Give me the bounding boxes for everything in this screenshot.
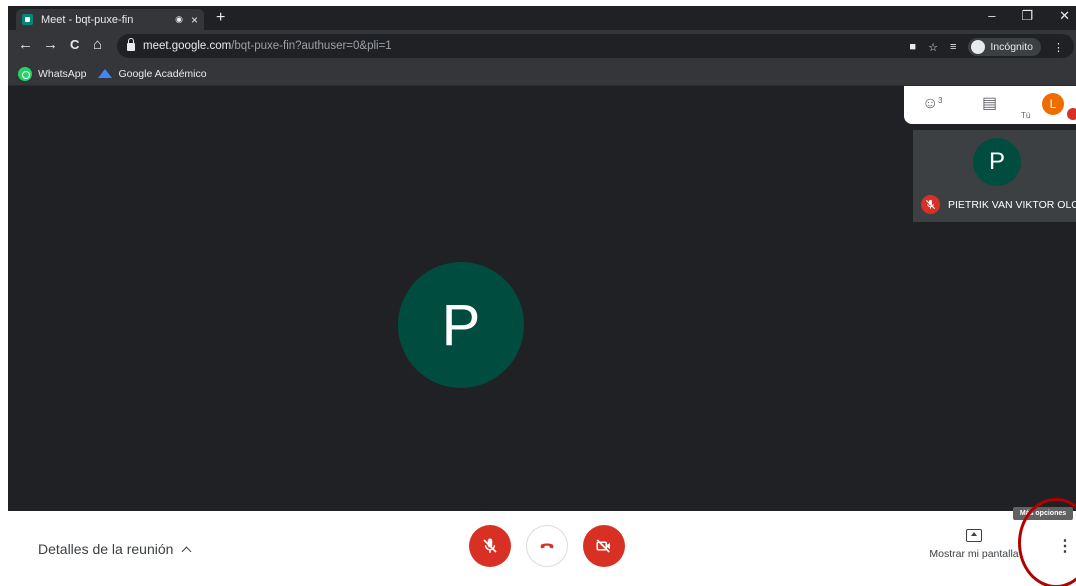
bookmark-label: WhatsApp: [38, 67, 87, 80]
home-button[interactable]: ⌂: [93, 37, 102, 53]
camera-off-icon: [596, 539, 610, 553]
notification-dot-icon: [1067, 108, 1076, 120]
muted-mic-icon: [921, 195, 940, 214]
main-video-stage: P: [8, 86, 913, 511]
participant-tile[interactable]: P PIETRIK VAN VIKTOR OLO: [913, 130, 1076, 222]
present-screen-button[interactable]: Mostrar mi pantalla: [926, 529, 1022, 560]
leave-call-button[interactable]: [526, 525, 568, 567]
address-bar[interactable]: meet.google.com/bqt-puxe-fin?authuser=0&…: [117, 34, 1074, 58]
forward-button[interactable]: →: [43, 37, 58, 53]
url-host: meet.google.com: [143, 40, 232, 52]
recording-indicator-icon: ◉: [175, 14, 183, 24]
participant-avatar: P: [973, 138, 1021, 186]
incognito-badge[interactable]: Incógnito: [968, 38, 1041, 56]
bookmarks-bar: WhatsApp Google Académico: [8, 62, 1076, 86]
hang-up-icon: [540, 543, 554, 549]
present-screen-icon: [966, 529, 982, 542]
bookmark-star-icon[interactable]: ☆: [928, 41, 938, 54]
camera-icon[interactable]: ■: [909, 41, 916, 53]
tab-close-icon[interactable]: ×: [191, 13, 198, 27]
camera-toggle-button[interactable]: [583, 525, 625, 567]
bookmark-label: Google Académico: [118, 67, 207, 80]
meeting-details-label: Detalles de la reunión: [38, 541, 174, 557]
lock-icon: [127, 38, 135, 51]
incognito-icon: [971, 40, 986, 54]
browser-menu-icon[interactable]: ⋮: [1053, 41, 1064, 54]
meet-favicon-icon: [22, 14, 33, 25]
reading-list-icon[interactable]: ≡: [950, 41, 956, 53]
new-tab-button[interactable]: +: [216, 9, 225, 27]
chevron-up-icon: [181, 546, 192, 556]
whatsapp-icon: [18, 66, 32, 81]
bookmark-google-academico[interactable]: Google Académico: [98, 67, 207, 80]
self-label: Tú: [1021, 111, 1031, 120]
present-screen-label: Mostrar mi pantalla: [929, 548, 1019, 560]
window-controls: – ❐ ✕: [988, 8, 1070, 24]
browser-tab[interactable]: Meet - bqt-puxe-fin ◉ ×: [16, 9, 204, 30]
back-button[interactable]: ←: [18, 37, 33, 53]
screen: Meet - bqt-puxe-fin ◉ × + – ❐ ✕ ← → C ⌂ …: [0, 0, 1076, 586]
url-path: /bqt-puxe-fin?authuser=0&pli=1: [231, 40, 392, 52]
close-window-button[interactable]: ✕: [1059, 8, 1070, 24]
people-count: 3: [938, 96, 943, 105]
microphone-toggle-button[interactable]: [469, 525, 511, 567]
restore-button[interactable]: ❐: [1021, 8, 1033, 24]
people-icon[interactable]: ☺: [922, 96, 938, 112]
incognito-label: Incógnito: [990, 41, 1033, 53]
graduation-cap-icon: [98, 69, 113, 78]
tab-strip: Meet - bqt-puxe-fin ◉ × + – ❐ ✕: [8, 6, 1076, 30]
reload-button[interactable]: C: [70, 37, 79, 53]
minimize-button[interactable]: –: [988, 8, 995, 24]
browser-toolbar: ← → C ⌂ meet.google.com/bqt-puxe-fin?aut…: [8, 30, 1076, 62]
participant-name: PIETRIK VAN VIKTOR OLO: [948, 199, 1076, 211]
main-participant-avatar: P: [398, 262, 524, 388]
meeting-details-button[interactable]: Detalles de la reunión: [38, 541, 192, 557]
omnibox-actions: ■ ☆ ≡ Incógnito ⋮: [909, 38, 1064, 56]
bookmark-whatsapp[interactable]: WhatsApp: [18, 66, 87, 81]
self-avatar[interactable]: L: [1042, 93, 1064, 115]
meeting-controls-bar: Detalles de la reunión Mostrar mi pantal…: [8, 511, 1076, 586]
meeting-top-panel: ☺ 3 ▤ Tú L: [904, 86, 1076, 124]
chat-icon[interactable]: ▤: [982, 96, 997, 112]
mic-off-icon: [483, 538, 497, 553]
tab-title: Meet - bqt-puxe-fin: [41, 13, 134, 26]
